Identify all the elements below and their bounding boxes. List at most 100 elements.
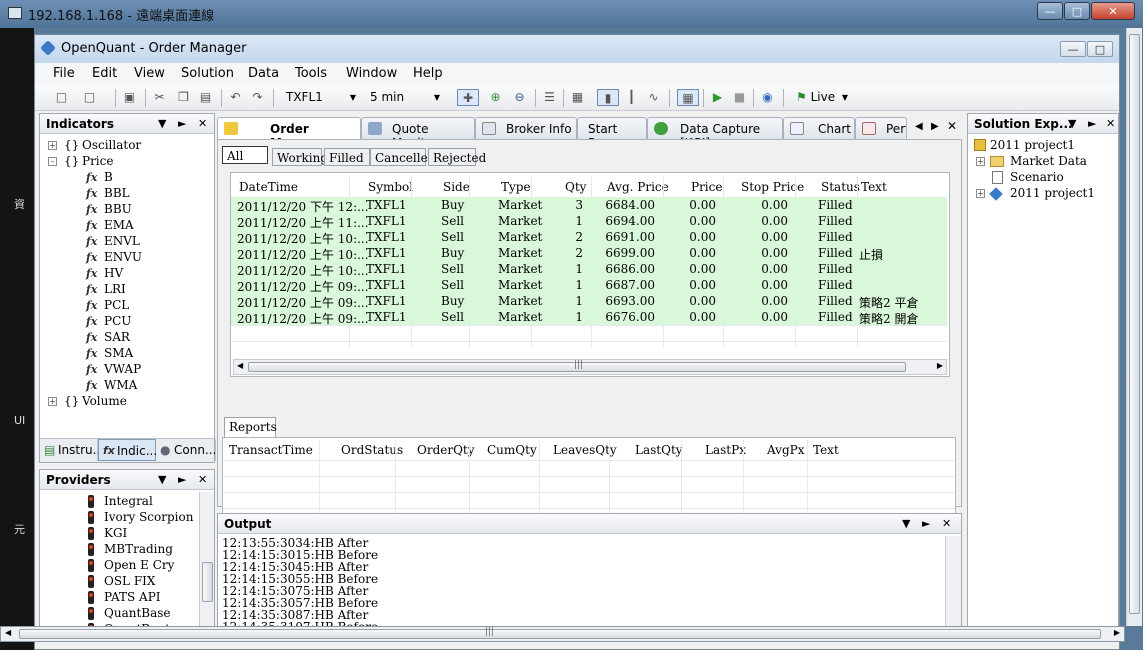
- zoom-out-icon[interactable]: ⊖: [511, 89, 528, 106]
- tab-scroll-right-icon[interactable]: ▶: [931, 121, 939, 132]
- menu-file[interactable]: File: [53, 66, 75, 81]
- expand-icon[interactable]: +: [976, 189, 985, 198]
- redo-icon[interactable]: ↷: [249, 89, 266, 106]
- copy-icon[interactable]: ❐: [175, 89, 192, 106]
- report-column-header[interactable]: OrdStatus: [341, 443, 403, 457]
- collapse-icon[interactable]: –: [48, 157, 57, 166]
- tab-quote-monitor[interactable]: Quote Monitor: [361, 117, 475, 150]
- order-row[interactable]: 2011/12/20 上午 09:... TXFL1 Sell Market 1 6676…: [231, 309, 947, 326]
- tab-connections[interactable]: ● Conn...: [156, 439, 216, 461]
- menu-data[interactable]: Data: [248, 66, 279, 81]
- pin-icon[interactable]: ►: [178, 473, 186, 486]
- column-header[interactable]: Type: [501, 180, 531, 194]
- panel-dropdown-icon[interactable]: ▼: [158, 473, 166, 486]
- cut-icon[interactable]: ✂: [151, 89, 168, 106]
- scroll-right-icon[interactable]: ▶: [1114, 628, 1120, 637]
- expand-icon[interactable]: +: [48, 397, 57, 406]
- column-header[interactable]: Price: [691, 180, 722, 194]
- rdp-maximize-button[interactable]: □: [1064, 2, 1090, 20]
- order-row[interactable]: 2011/12/20 上午 10:... TXFL1 Buy Market 2 6699.…: [231, 245, 947, 262]
- zoom-in-icon[interactable]: ⊕: [487, 89, 504, 106]
- scroll-left-icon[interactable]: ◀: [5, 628, 11, 637]
- report-column-header[interactable]: OrderQty: [417, 443, 475, 457]
- tab-order-manager[interactable]: Order Manager: [217, 117, 361, 150]
- menu-help[interactable]: Help: [413, 66, 443, 81]
- expand-icon[interactable]: +: [976, 157, 985, 166]
- filter-tab-rejected[interactable]: Rejected: [428, 148, 486, 166]
- menu-edit[interactable]: Edit: [92, 66, 117, 81]
- open-icon[interactable]: □: [81, 89, 98, 106]
- menu-solution[interactable]: Solution: [181, 66, 234, 81]
- candlestick-icon[interactable]: ▮: [597, 89, 619, 106]
- order-row[interactable]: 2011/12/20 上午 11:... TXFL1 Sell Market 1 6694…: [231, 213, 947, 230]
- grid-chart-icon[interactable]: ▦: [569, 89, 586, 106]
- tab-instruments[interactable]: ▤ Instru...: [40, 439, 104, 461]
- output-scrollbar[interactable]: [945, 536, 961, 626]
- report-column-header[interactable]: CumQty: [487, 443, 537, 457]
- report-column-header[interactable]: TransactTime: [229, 443, 313, 457]
- ohlc-bar-icon[interactable]: ┃: [623, 89, 640, 106]
- column-header[interactable]: Text: [861, 180, 887, 194]
- paste-icon[interactable]: ▤: [197, 89, 214, 106]
- app-title-bar[interactable]: OpenQuant - Order Manager — □: [35, 35, 1119, 63]
- tab-start-page[interactable]: Start Page: [577, 117, 647, 150]
- globe-icon[interactable]: ◉: [759, 89, 776, 106]
- line-chart-icon[interactable]: ∿: [645, 89, 662, 106]
- rdp-vscrollbar[interactable]: [1126, 28, 1142, 626]
- tab-broker-info[interactable]: Broker Info: [475, 117, 577, 139]
- report-column-header[interactable]: AvgPx: [767, 443, 804, 457]
- order-row[interactable]: 2011/12/20 上午 09:... TXFL1 Buy Market 1 6693.…: [231, 293, 947, 310]
- order-row[interactable]: 2011/12/20 上午 10:... TXFL1 Sell Market 1 6686…: [231, 261, 947, 278]
- menu-window[interactable]: Window: [346, 66, 397, 81]
- column-header[interactable]: Side: [443, 180, 470, 194]
- tab-reports[interactable]: Reports: [224, 417, 277, 437]
- order-row[interactable]: 2011/12/20 下午 12:... TXFL1 Buy Market 3 6684.…: [231, 197, 947, 214]
- column-header[interactable]: Status: [821, 180, 860, 194]
- tab-performance[interactable]: Perf: [855, 117, 907, 139]
- report-column-header[interactable]: LastQty: [635, 443, 683, 457]
- close-icon[interactable]: ✕: [198, 473, 207, 486]
- order-row[interactable]: 2011/12/20 上午 09:... TXFL1 Sell Market 1 6687…: [231, 277, 947, 294]
- tab-chart[interactable]: Chart: [783, 117, 855, 139]
- calendar-icon[interactable]: ▦: [677, 89, 699, 106]
- pin-icon[interactable]: ►: [1088, 117, 1096, 130]
- menu-view[interactable]: View: [134, 66, 165, 81]
- rdp-title-bar[interactable]: 192.168.1.168 - 遠端桌面連線 — □ ✕: [0, 0, 1143, 28]
- column-header[interactable]: Symbol: [368, 180, 413, 194]
- play-icon[interactable]: ▶: [709, 89, 726, 106]
- order-row[interactable]: 2011/12/20 上午 10:... TXFL1 Sell Market 2 6691…: [231, 229, 947, 246]
- filter-tab-all[interactable]: All: [222, 146, 268, 164]
- close-icon[interactable]: ✕: [1106, 117, 1115, 130]
- report-column-header[interactable]: LeavesQty: [553, 443, 617, 457]
- providers-scrollbar[interactable]: [199, 492, 214, 628]
- close-icon[interactable]: ✕: [947, 119, 957, 133]
- stop-icon[interactable]: ■: [731, 89, 748, 106]
- close-icon[interactable]: ✕: [942, 517, 951, 530]
- column-header[interactable]: Qty: [565, 180, 586, 194]
- undo-icon[interactable]: ↶: [227, 89, 244, 106]
- scroll-right-icon[interactable]: ▶: [937, 361, 943, 370]
- symbol-combo[interactable]: TXFL1 ▼: [281, 88, 361, 107]
- tab-indicators[interactable]: fx Indic...: [98, 439, 157, 461]
- scroll-left-icon[interactable]: ◀: [237, 361, 243, 370]
- orders-hscrollbar[interactable]: ◀ ||| ▶: [233, 359, 947, 375]
- rdp-hscrollbar[interactable]: ◀ ||| ▶: [0, 626, 1125, 642]
- save-icon[interactable]: ▣: [121, 89, 138, 106]
- filter-tab-filled[interactable]: Filled: [324, 148, 370, 166]
- column-header[interactable]: DateTime: [239, 180, 298, 194]
- column-header[interactable]: Avg. Price: [607, 180, 669, 194]
- app-minimize-button[interactable]: —: [1060, 41, 1086, 57]
- close-icon[interactable]: ✕: [198, 117, 207, 130]
- expand-icon[interactable]: +: [48, 141, 57, 150]
- mode-combo[interactable]: ⚑ Live ▼: [791, 88, 853, 107]
- app-maximize-button[interactable]: □: [1087, 41, 1113, 57]
- filter-tab-working[interactable]: Working: [272, 148, 328, 166]
- panel-dropdown-icon[interactable]: ▼: [902, 517, 910, 530]
- menu-tools[interactable]: Tools: [295, 66, 327, 81]
- output-text[interactable]: 12:13:55:3034:HB After 12:14:15:3015:HB B…: [218, 536, 944, 626]
- tab-scroll-left-icon[interactable]: ◀: [915, 121, 923, 132]
- panel-dropdown-icon[interactable]: ▼: [1068, 117, 1076, 130]
- panel-dropdown-icon[interactable]: ▼: [158, 117, 166, 130]
- crosshair-icon[interactable]: ✚: [457, 89, 479, 106]
- filter-tab-cancelled[interactable]: Cancelled: [370, 148, 435, 166]
